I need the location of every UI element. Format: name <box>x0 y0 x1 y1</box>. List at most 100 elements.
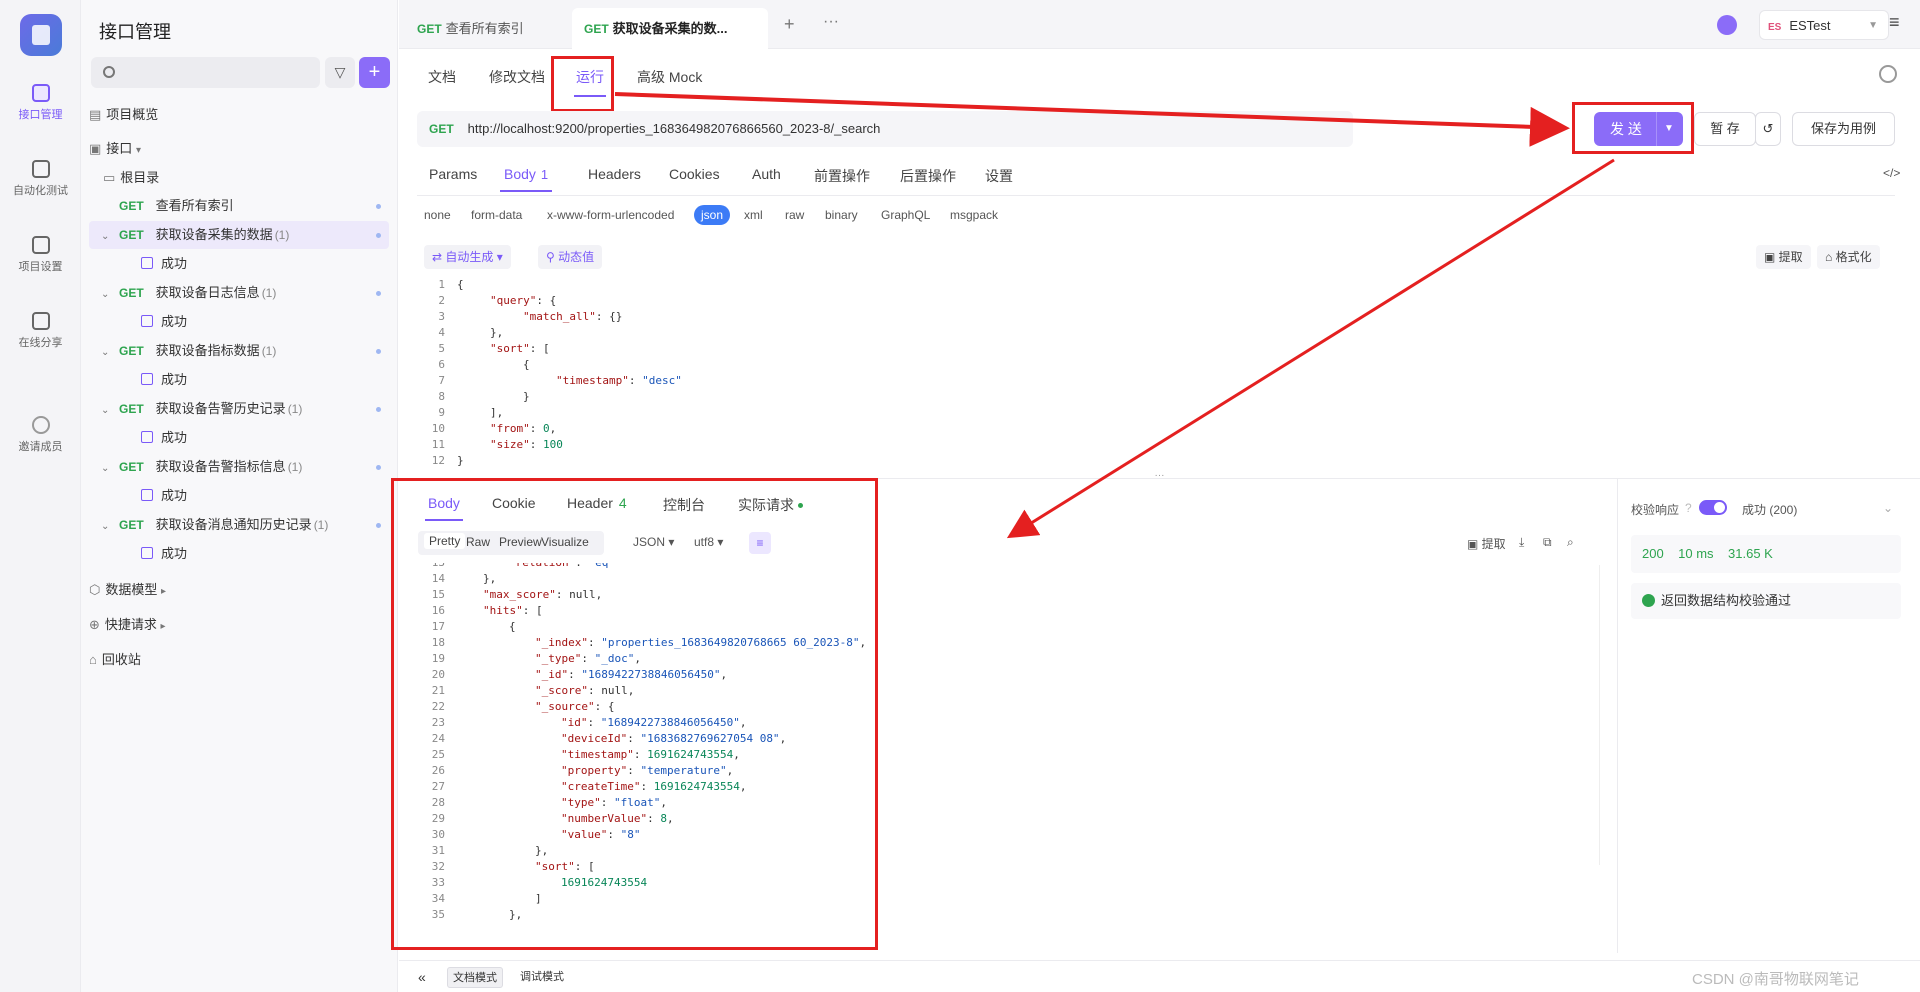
tab-advanced-mock[interactable]: 高级 Mock <box>637 67 702 87</box>
tab-body[interactable]: Body 1 <box>499 166 553 192</box>
tab-edit-docs[interactable]: 修改文档 <box>489 67 545 87</box>
validation-result: 返回数据结构校验通过 <box>1631 583 1901 619</box>
sidebar-item-interfaces[interactable]: ▣ 接口 ▾ <box>89 135 389 163</box>
body-type-x-www-form-urlencoded[interactable]: x-www-form-urlencoded <box>547 208 674 222</box>
sidebar-endpoint[interactable]: ⌄ GET 获取设备日志信息 (1) <box>89 279 389 307</box>
tab-label: 前置操作 <box>814 168 870 184</box>
sidebar-item-overview[interactable]: ▤ 项目概览 <box>89 101 389 129</box>
request-body-editor[interactable]: 1{2 "query": {3 "match_all": {} 4}, 5 "sort":… <box>417 277 1917 473</box>
resp-extract-button[interactable]: ▣ 提取 <box>1467 535 1506 552</box>
download-icon[interactable]: ⤓ <box>1519 535 1524 550</box>
filter-button[interactable]: ▽ <box>325 57 355 88</box>
caret-down-icon[interactable]: ⌄ <box>101 455 115 483</box>
rail-item-invite[interactable]: 邀请成员 <box>0 416 81 454</box>
rail-item-api-management[interactable]: 接口管理 <box>0 84 81 122</box>
reset-button[interactable]: ↺ <box>1755 112 1781 146</box>
sidebar-endpoint[interactable]: ⌄ GET 获取设备指标数据 (1) <box>89 337 389 365</box>
body-type-binary[interactable]: binary <box>825 208 858 222</box>
sidebar-endpoint[interactable]: ⌄ GET 获取设备告警指标信息 (1) <box>89 453 389 481</box>
tab-auth[interactable]: Auth <box>752 166 781 182</box>
sidebar-item-data-models[interactable]: ⬡ 数据模型 ▸ <box>89 576 389 604</box>
quick-request-icon: ⊕ <box>89 617 100 632</box>
example-icon <box>141 547 153 559</box>
caret-down-icon[interactable]: ⌄ <box>101 513 115 541</box>
tab-后置操作[interactable]: 后置操作 <box>900 166 956 186</box>
menu-icon[interactable]: ≡ <box>1889 12 1900 33</box>
project-logo[interactable] <box>20 14 62 56</box>
tab-docs[interactable]: 文档 <box>428 67 456 87</box>
sidebar-endpoint[interactable]: ⌄ GET 获取设备消息通知历史记录 (1) <box>89 511 389 539</box>
sidebar-endpoint[interactable]: ⌄ GET 获取设备采集的数据 (1) <box>89 221 389 249</box>
extract-button[interactable]: ▣ 提取 <box>1756 245 1811 269</box>
validate-result-select[interactable]: 成功 (200) <box>1742 501 1797 518</box>
sidebar-item-root[interactable]: ▭ 根目录 <box>103 164 389 192</box>
tab-设置[interactable]: 设置 <box>985 166 1013 186</box>
body-type-none[interactable]: none <box>424 208 451 222</box>
caret-down-icon[interactable]: ⌄ <box>101 397 115 425</box>
search-input[interactable] <box>91 57 320 88</box>
sidebar-item-recycle-bin[interactable]: ⌂ 回收站 <box>89 646 389 674</box>
environment-select[interactable]: ES ESTest ▼ <box>1759 10 1889 40</box>
sidebar-example[interactable]: 成功 <box>141 308 389 336</box>
body-type-json[interactable]: json <box>694 205 731 225</box>
url-input[interactable]: GET http://localhost:9200/properties_1683… <box>417 111 1353 147</box>
collapse-icon[interactable]: « <box>413 967 431 988</box>
body-type-raw[interactable]: raw <box>785 208 804 222</box>
rail-item-project-settings[interactable]: 项目设置 <box>0 236 81 274</box>
sidebar-item-label: 回收站 <box>101 652 141 667</box>
sidebar-example[interactable]: 成功 <box>141 366 389 394</box>
tab-label: 设置 <box>985 168 1013 184</box>
validate-result: 成功 (200) <box>1742 503 1798 517</box>
scrollbar[interactable] <box>1599 565 1607 865</box>
rail-item-automation[interactable]: 自动化测试 <box>0 160 81 198</box>
sidebar-example[interactable]: 成功 <box>141 424 389 452</box>
search-icon[interactable]: ⌕ <box>1567 535 1574 550</box>
doc-mode-button[interactable]: 文档模式 <box>447 967 503 988</box>
help-icon[interactable]: ? <box>1685 501 1692 515</box>
copy-icon[interactable]: ⧉ <box>1543 535 1552 550</box>
new-tab-icon[interactable]: + <box>784 14 795 35</box>
status-code: 200 <box>1642 546 1664 561</box>
endpoint-name: 获取设备消息通知历史记录 <box>155 517 312 532</box>
format-button[interactable]: ⌂ 格式化 <box>1817 245 1880 269</box>
caret-down-icon[interactable]: ⌄ <box>101 339 115 367</box>
code-icon[interactable]: </> <box>1883 166 1900 180</box>
body-type-xml[interactable]: xml <box>744 208 763 222</box>
sidebar-endpoint[interactable]: ⌄ GET 获取设备告警历史记录 (1) <box>89 395 389 423</box>
line-number: 11 <box>431 438 445 451</box>
add-button[interactable]: + <box>359 57 390 88</box>
validate-toggle[interactable] <box>1699 500 1727 515</box>
tab-params[interactable]: Params <box>429 166 477 182</box>
auto-generate-button[interactable]: ⇄ 自动生成 ▾ <box>424 245 511 269</box>
body-type-form-data[interactable]: form-data <box>471 208 522 222</box>
sidebar-endpoint[interactable]: GET 查看所有索引 <box>89 192 389 220</box>
clock-icon[interactable] <box>1879 65 1897 83</box>
endpoint-name: 获取设备采集的数据 <box>155 227 273 242</box>
code-token: : <box>529 422 543 435</box>
sidebar-example[interactable]: 成功 <box>141 250 389 278</box>
caret-down-icon[interactable]: ⌄ <box>101 223 115 251</box>
sidebar-item-quick-requests[interactable]: ⊕ 快捷请求 ▸ <box>89 611 389 639</box>
rail-item-share[interactable]: 在线分享 <box>0 312 81 350</box>
save-as-case-button[interactable]: 保存为用例 <box>1792 112 1895 146</box>
tab-前置操作[interactable]: 前置操作 <box>814 166 870 186</box>
tab-headers[interactable]: Headers <box>588 166 641 182</box>
debug-mode-button[interactable]: 调试模式 <box>515 967 569 988</box>
method-badge: GET <box>119 518 144 532</box>
tab-cookies[interactable]: Cookies <box>669 166 720 182</box>
body-type-msgpack[interactable]: msgpack <box>950 208 998 222</box>
more-icon[interactable]: ··· <box>823 13 839 31</box>
chevron-down-icon[interactable]: ⌄ <box>1883 501 1893 515</box>
sidebar-example[interactable]: 成功 <box>141 482 389 510</box>
save-temp-button[interactable]: 暂 存 <box>1694 112 1756 146</box>
sidebar-item-label: 数据模型 <box>105 582 158 597</box>
body-type-graphql[interactable]: GraphQL <box>881 208 930 222</box>
sync-icon[interactable] <box>1717 15 1737 35</box>
caret-down-icon[interactable]: ⌄ <box>101 281 115 309</box>
dynamic-value-button[interactable]: ⚲ 动态值 <box>538 245 603 269</box>
annotation-box-response <box>391 478 878 950</box>
sidebar-example[interactable]: 成功 <box>141 540 389 568</box>
tab-device-data[interactable]: GET 获取设备采集的数... <box>572 8 768 49</box>
code-line: 5 "sort": [ <box>417 341 549 357</box>
tab-list-indices[interactable]: GET 查看所有索引 <box>405 8 536 49</box>
